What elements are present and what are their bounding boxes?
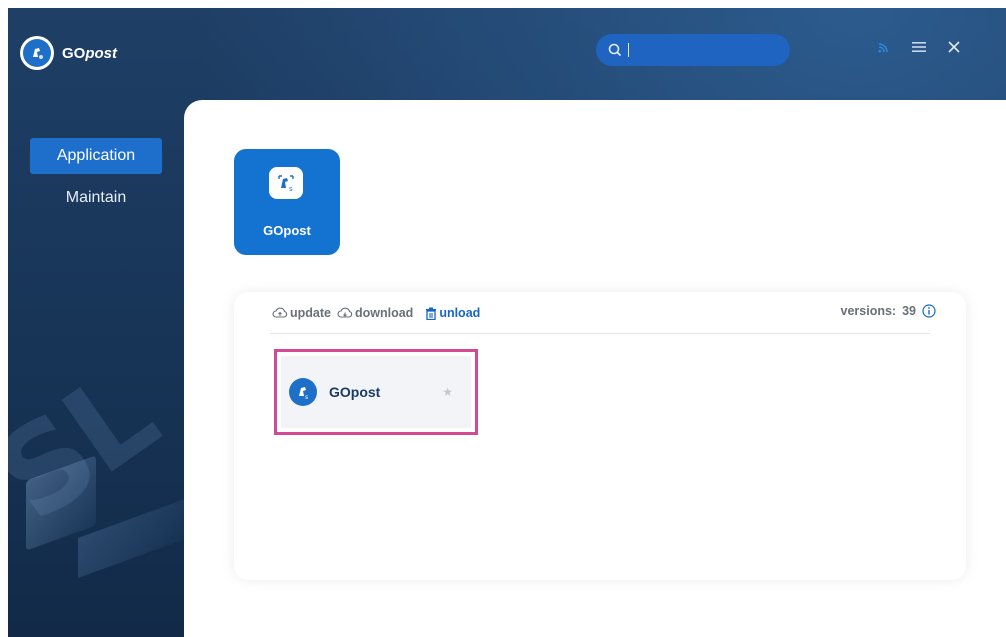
star-icon[interactable]: ★ bbox=[442, 385, 453, 399]
background-decoration: SL bbox=[8, 268, 198, 628]
unload-label: unload bbox=[439, 306, 481, 320]
menu-icon[interactable] bbox=[912, 41, 926, 53]
sidebar-item-application[interactable]: Application bbox=[30, 138, 162, 174]
versions-count: 39 bbox=[902, 304, 916, 318]
selection-highlight: s GOpost ★ bbox=[274, 349, 478, 435]
unload-button[interactable]: unload bbox=[425, 306, 480, 320]
search-input-caret bbox=[628, 43, 629, 57]
app-tile-gopost[interactable]: s GOpost bbox=[234, 149, 340, 255]
app-brand: GOpost bbox=[20, 36, 117, 70]
download-label: download bbox=[354, 306, 414, 320]
app-title: GOpost bbox=[62, 44, 118, 62]
main-panel: s GOpost update download unload versions… bbox=[184, 100, 1006, 637]
version-toolbar: update download unload bbox=[272, 306, 480, 320]
search-icon bbox=[608, 43, 622, 57]
app-tile-label: GOpost bbox=[263, 223, 311, 238]
app-logo-icon bbox=[20, 36, 54, 70]
search-box[interactable] bbox=[596, 34, 790, 66]
sidebar-item-label: Application bbox=[56, 147, 136, 164]
sidebar-nav: Application Maintain bbox=[30, 138, 162, 222]
info-icon[interactable] bbox=[922, 304, 936, 318]
app-window: SL GOpost Application Maintain s GOpost … bbox=[8, 8, 1006, 637]
download-button[interactable]: download bbox=[337, 306, 413, 320]
versions-label: versions: bbox=[840, 304, 897, 318]
versions-info: versions: 39 bbox=[841, 304, 937, 318]
list-item[interactable]: s GOpost ★ bbox=[281, 356, 471, 428]
close-icon[interactable] bbox=[948, 41, 960, 53]
cloud-upload-icon bbox=[272, 307, 288, 319]
versions-card: update download unload versions: 39 s GO… bbox=[234, 292, 966, 580]
cloud-download-icon bbox=[337, 307, 353, 319]
list-item-name: GOpost bbox=[329, 384, 381, 400]
sidebar-item-label: Maintain bbox=[65, 189, 127, 206]
update-button[interactable]: update bbox=[272, 306, 331, 320]
rss-icon[interactable] bbox=[878, 41, 890, 53]
sidebar-item-maintain[interactable]: Maintain bbox=[30, 180, 162, 216]
gopost-app-icon: s bbox=[289, 378, 317, 406]
trash-icon bbox=[425, 307, 437, 320]
update-label: update bbox=[290, 306, 331, 320]
svg-text:s: s bbox=[305, 394, 308, 400]
svg-text:s: s bbox=[289, 185, 293, 193]
gopost-app-icon: s bbox=[269, 167, 303, 199]
toolbar-divider bbox=[270, 333, 930, 334]
